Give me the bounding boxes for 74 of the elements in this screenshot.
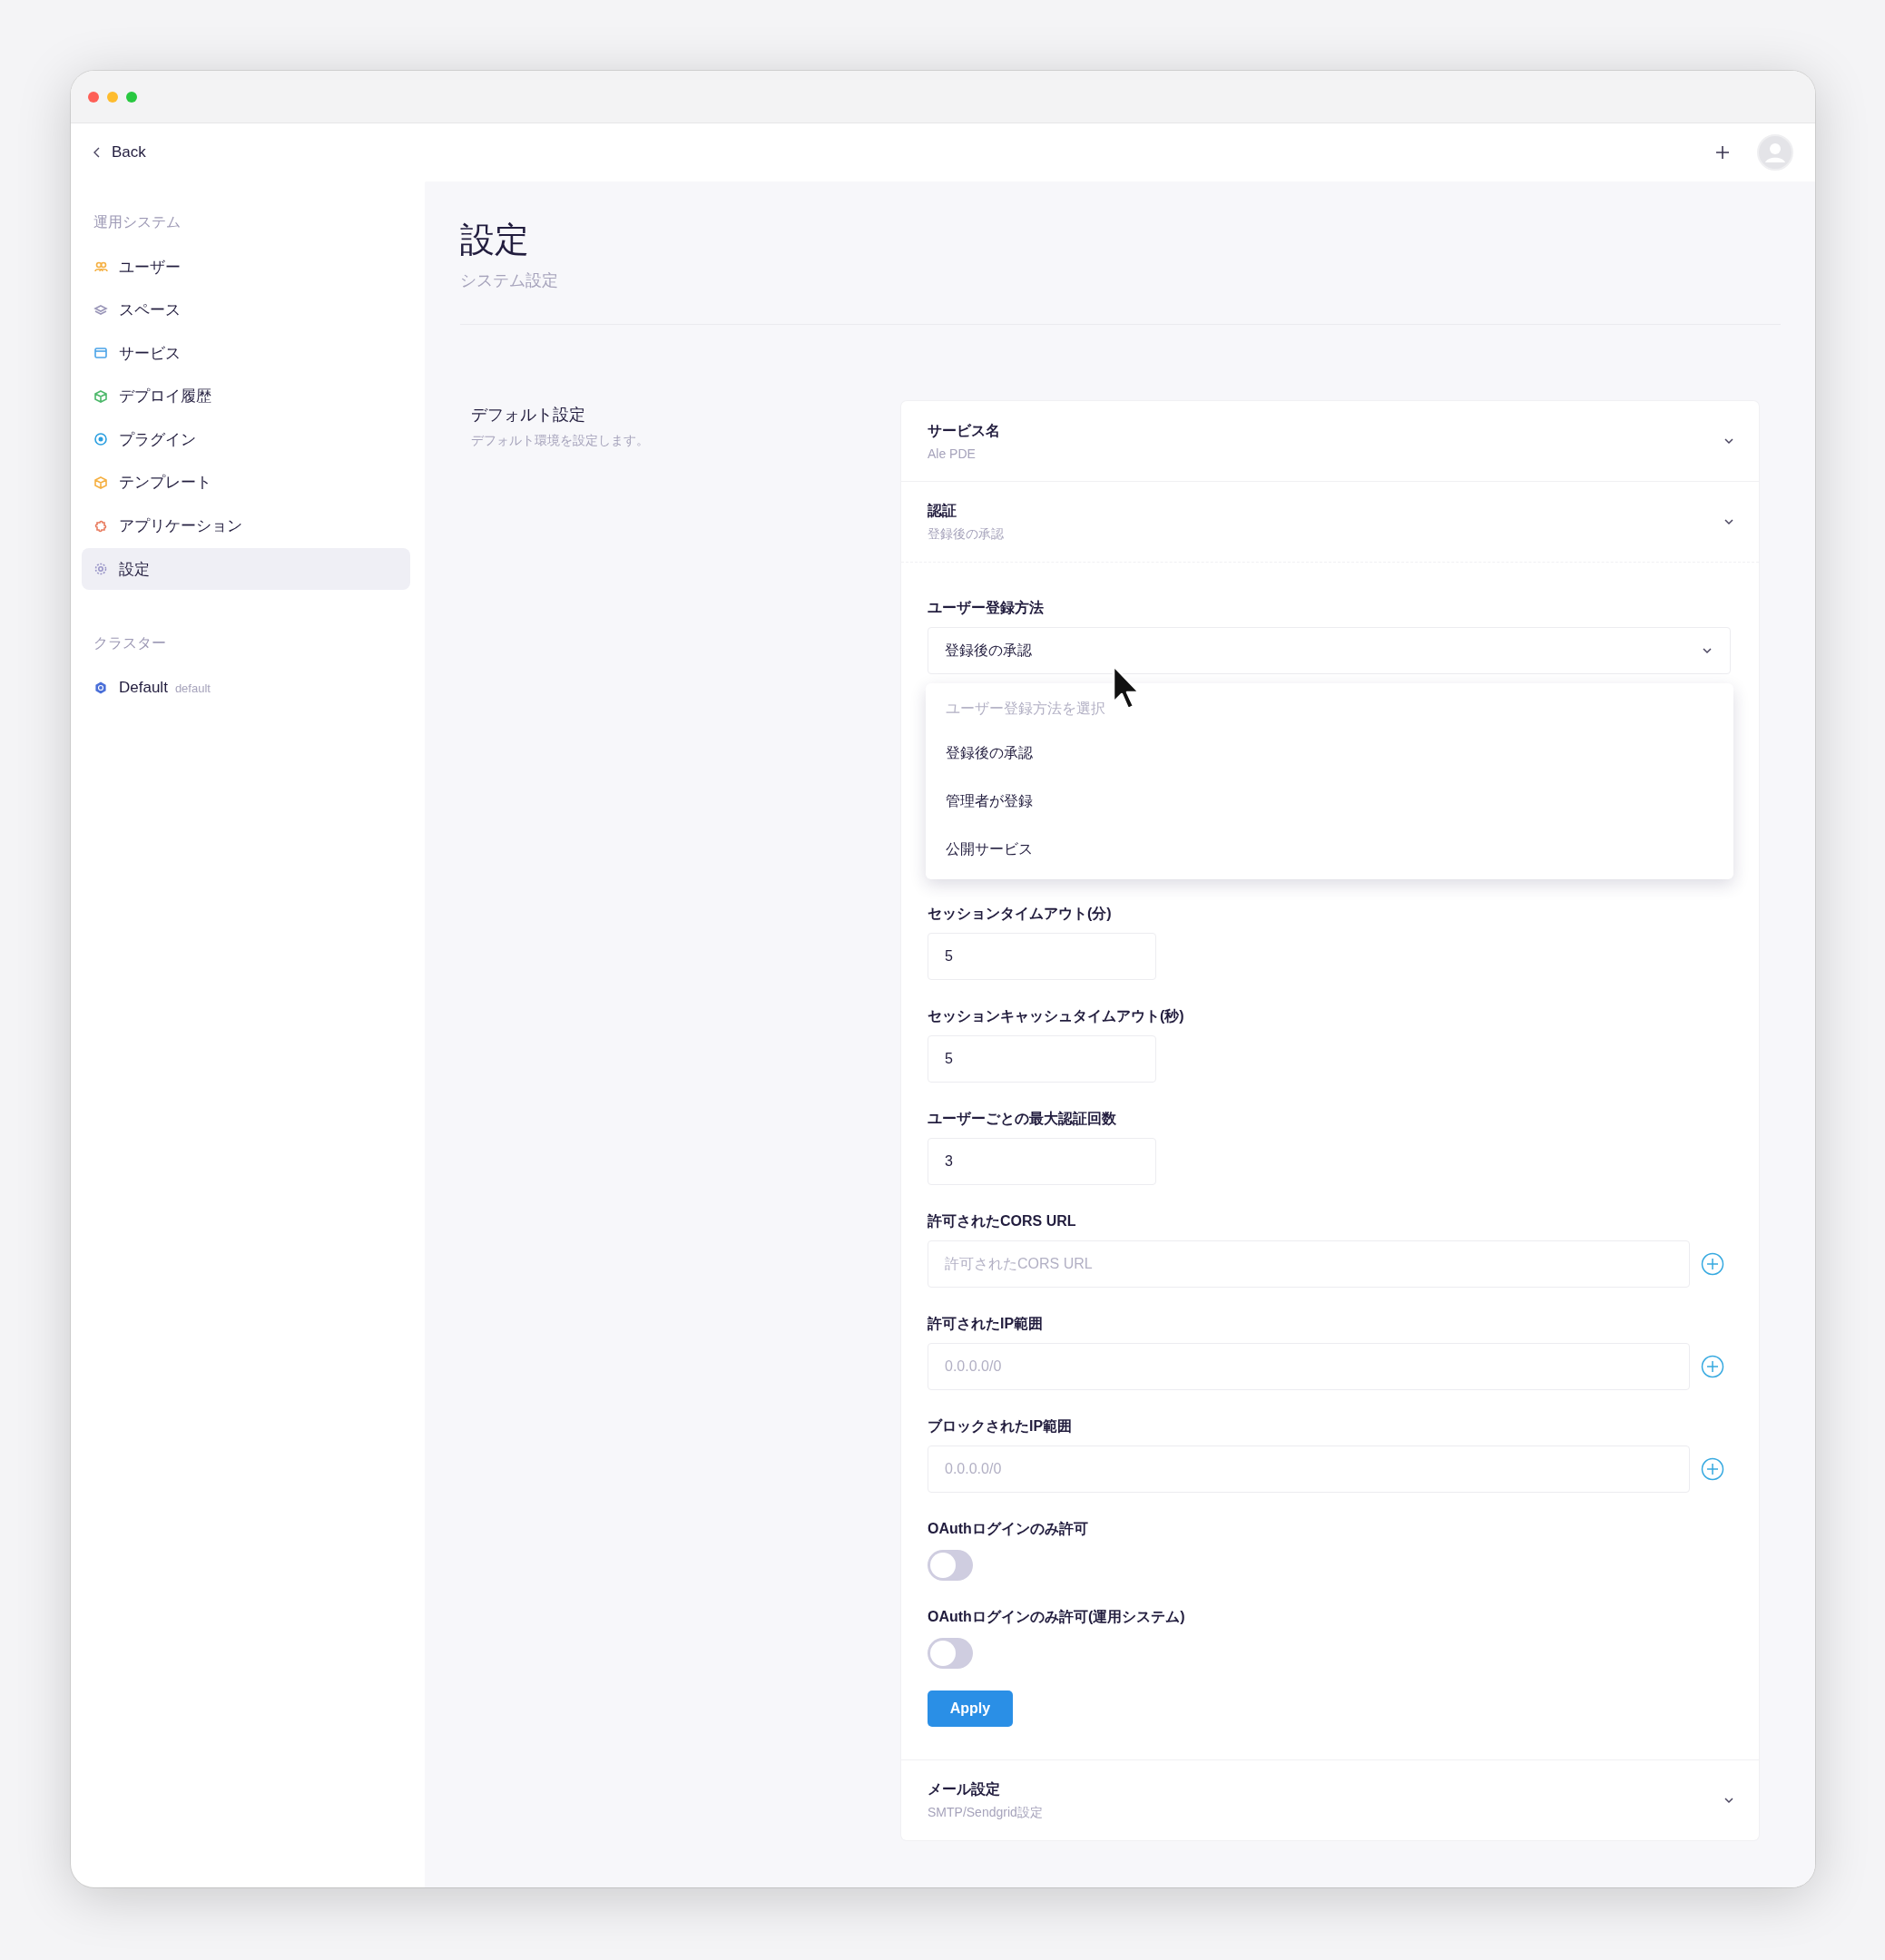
field-label: セッションタイムアウト(分) bbox=[928, 905, 1112, 924]
field-label: OAuthログインのみ許可 bbox=[928, 1520, 1088, 1539]
field-label: ユーザーごとの最大認証回数 bbox=[928, 1110, 1116, 1129]
add-circle-icon[interactable] bbox=[1701, 1457, 1724, 1482]
puzzle-icon bbox=[93, 518, 108, 534]
dropdown-option[interactable]: 管理者が登録 bbox=[926, 778, 1733, 827]
accordion-header[interactable]: 認証 登録後の承認 bbox=[901, 481, 1759, 563]
layers-icon bbox=[93, 302, 108, 318]
dropdown-header: ユーザー登録方法を選択 bbox=[945, 700, 1106, 719]
sidebar-item-label: ユーザー bbox=[119, 257, 181, 278]
field-label: ユーザー登録方法 bbox=[928, 599, 1044, 618]
sidebar-item-label: 設定 bbox=[119, 559, 150, 580]
window-icon bbox=[93, 346, 108, 361]
cluster-icon bbox=[93, 681, 108, 696]
dropdown-option[interactable]: 公開サービス bbox=[926, 826, 1733, 875]
sidebar-item[interactable]: 設定 bbox=[82, 548, 410, 591]
sidebar-section-title: クラスター bbox=[93, 634, 167, 653]
zoom-window-dot[interactable] bbox=[126, 91, 137, 103]
field-label: 許可されたIP範囲 bbox=[928, 1315, 1044, 1334]
accordion-header[interactable]: サービス名 Ale PDE bbox=[901, 401, 1759, 482]
sidebar-item-label: Default bbox=[119, 679, 168, 698]
accordion-header[interactable]: メール設定 SMTP/Sendgrid設定 bbox=[901, 1759, 1759, 1841]
sidebar-item-label: デプロイ履歴 bbox=[119, 387, 211, 407]
field-label: 許可されたCORS URL bbox=[928, 1212, 1076, 1231]
panel-title: サービス名 bbox=[928, 421, 1000, 440]
add-circle-icon[interactable] bbox=[1701, 1355, 1724, 1379]
sidebar-item[interactable]: プラグイン bbox=[82, 418, 410, 461]
panel-summary: SMTP/Sendgrid設定 bbox=[928, 1804, 1043, 1821]
chevron-left-icon bbox=[93, 147, 101, 158]
sidebar-item-label: アプリケーション bbox=[119, 516, 242, 537]
sidebar-item[interactable]: アプリケーション bbox=[82, 505, 410, 547]
close-window-dot[interactable] bbox=[88, 91, 99, 103]
input-field[interactable]: 0.0.0.0/0 bbox=[928, 1343, 1690, 1391]
sidebar-item-label: プラグイン bbox=[119, 429, 196, 450]
page-title: 設定 bbox=[460, 220, 529, 260]
cluster-tag: default bbox=[174, 681, 211, 695]
minimize-window-dot[interactable] bbox=[107, 91, 118, 103]
panel-summary: 登録後の承認 bbox=[928, 525, 1004, 543]
users-icon bbox=[93, 260, 108, 274]
select-field[interactable]: 登録後の承認 bbox=[928, 627, 1731, 675]
input-field[interactable]: 0.0.0.0/0 bbox=[928, 1446, 1690, 1494]
number-input[interactable]: 5 bbox=[928, 933, 1156, 981]
panel-summary: Ale PDE bbox=[928, 446, 976, 461]
sidebar-section-title: 運用システム bbox=[93, 213, 182, 231]
panel-title: メール設定 bbox=[928, 1779, 1000, 1798]
sidebar-item[interactable]: テンプレート bbox=[82, 461, 410, 504]
sidebar-item[interactable]: Default default bbox=[82, 667, 410, 710]
number-input[interactable]: 5 bbox=[928, 1035, 1156, 1083]
cube-icon bbox=[93, 388, 108, 404]
plus-icon[interactable] bbox=[1715, 145, 1730, 160]
add-circle-icon[interactable] bbox=[1701, 1252, 1724, 1277]
sidebar-item[interactable]: デプロイ履歴 bbox=[82, 375, 410, 417]
plugin-icon bbox=[93, 432, 108, 447]
dropdown-option[interactable]: 登録後の承認 bbox=[926, 730, 1733, 779]
toggle-switch[interactable] bbox=[928, 1638, 973, 1670]
field-label: ブロックされたIP範囲 bbox=[928, 1417, 1073, 1436]
field-label: OAuthログインのみ許可(運用システム) bbox=[928, 1608, 1185, 1627]
box-icon bbox=[93, 475, 108, 490]
input-field[interactable]: 許可されたCORS URL bbox=[928, 1240, 1690, 1289]
sidebar-item[interactable]: サービス bbox=[82, 332, 410, 375]
sidebar-item[interactable]: スペース bbox=[82, 289, 410, 331]
back-link[interactable]: Back bbox=[93, 143, 146, 162]
sidebar-item-label: スペース bbox=[119, 300, 181, 321]
section-title: デフォルト設定 bbox=[471, 405, 585, 426]
number-input[interactable]: 3 bbox=[928, 1138, 1156, 1186]
sidebar-item[interactable]: ユーザー bbox=[82, 246, 410, 288]
settings-icon bbox=[93, 562, 108, 577]
sidebar-item-label: サービス bbox=[119, 343, 181, 364]
section-description: デフォルト環境を設定します。 bbox=[471, 433, 650, 450]
panel-title: 認証 bbox=[928, 501, 957, 520]
page-subtitle: システム設定 bbox=[460, 270, 559, 292]
toggle-switch[interactable] bbox=[928, 1550, 973, 1582]
field-label: セッションキャッシュタイムアウト(秒) bbox=[928, 1007, 1184, 1026]
sidebar-item-label: テンプレート bbox=[119, 473, 211, 494]
